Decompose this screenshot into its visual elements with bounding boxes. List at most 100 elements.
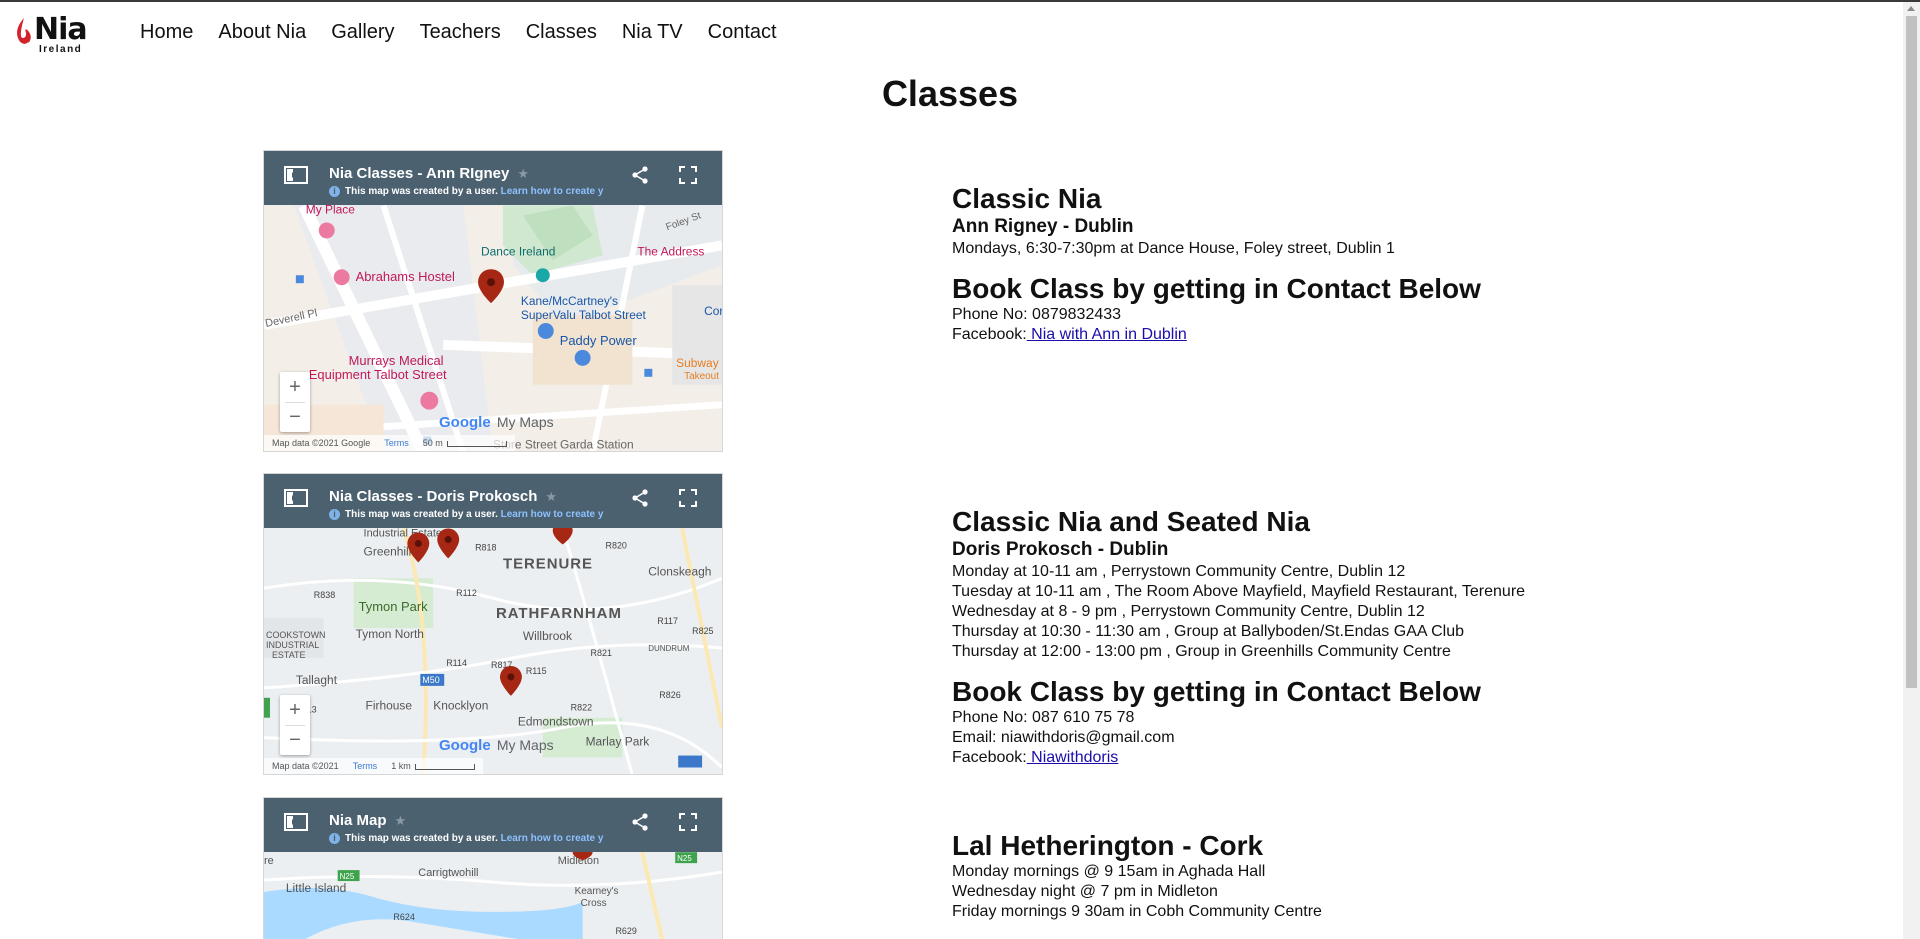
map-label: R821 [591,648,612,658]
nia-ireland-logo[interactable]: Nia Ireland [12,12,88,56]
map-embed-doris-prokosch[interactable]: Nia Classes - Doris Prokosch ★ i This map … [263,473,723,775]
facebook-line: Facebook: Nia with Ann in Dublin [952,326,1187,343]
schedule-line: Thursday at 12:00 - 13:00 pm , Group in … [952,643,1451,660]
share-icon[interactable] [630,812,650,832]
zoom-controls: + − [280,372,310,432]
map-label: Little Island [286,881,346,895]
schedule-line: Tuesday at 10-11 am , The Room Above May… [952,583,1526,600]
zoom-out-button[interactable]: − [280,725,310,755]
schedule-line: Mondays, 6:30-7:30pm at Dance House, Fol… [952,240,1395,257]
zoom-in-button[interactable]: + [280,372,310,402]
sidebar-toggle-icon[interactable] [284,165,308,185]
map-label: R822 [571,703,592,713]
learn-create-link[interactable]: Learn how to create y [501,186,604,197]
svg-text:re: re [264,855,274,867]
schedule-line: Monday at 10-11 am , Perrystown Communit… [952,563,1406,580]
map-label: Industrial Estate [364,528,442,540]
scrollbar-thumb[interactable] [1906,16,1917,688]
schedule-line: Wednesday at 8 - 9 pm , Perrystown Commu… [952,603,1425,620]
map-tiles[interactable]: N25 N25 Carrigtwohill Midleton Little Is… [264,852,722,939]
map-title: Nia Map ★ [329,812,407,829]
terms-link[interactable]: Terms [353,761,378,771]
map-label: Knocklyon [433,699,488,713]
facebook-link[interactable]: Nia with Ann in Dublin [1027,326,1187,343]
map-label: Tallaght [296,673,338,687]
map-embed-nia-map[interactable]: Nia Map ★ i This map was created by a user… [263,797,723,939]
facebook-link[interactable]: Niawithdoris [1027,749,1118,766]
map-label: Willbrook [523,629,572,643]
fullscreen-icon[interactable] [678,812,698,832]
map-label: R115 [526,666,547,676]
map-creator-note: i This map was created by a user. Learn h… [329,186,603,197]
map-footer: Map data ©2021 Google Terms 50 m [264,435,515,451]
class-listing-ann-rigney: Classic Nia Ann Rigney - Dublin Mondays,… [952,183,1481,345]
nav-home[interactable]: Home [140,21,193,44]
zoom-out-button[interactable]: − [280,402,310,432]
terms-link[interactable]: Terms [384,438,409,448]
nav-classes[interactable]: Classes [526,21,597,44]
scale-bar [446,440,507,447]
map-label: Paddy Power [560,333,638,348]
nav-contact[interactable]: Contact [708,21,777,44]
page-scrollbar[interactable] [1903,2,1920,939]
map-header: Nia Classes - Doris Prokosch ★ i This map … [264,474,722,528]
map-label: Edmondstown [518,715,594,729]
info-icon: i [329,833,340,844]
map-label: Kane/McCartney's [521,294,618,308]
sidebar-toggle-icon[interactable] [284,812,308,832]
map-creator-note: i This map was created by a user. Learn h… [329,833,603,844]
map-label: Firhouse [366,699,413,713]
logo-wordmark: Nia [34,12,88,47]
map-label: Dance Ireland [481,244,555,258]
star-icon[interactable]: ★ [517,166,529,181]
scroll-up-arrow-icon[interactable] [1907,6,1915,11]
nav-nia-tv[interactable]: Nia TV [622,21,683,44]
map-label: Takeout [684,371,719,382]
map-label: Cor [704,304,722,318]
facebook-line: Facebook: Niawithdoris [952,749,1119,766]
logo-subtitle: Ireland [39,44,83,55]
map-title: Nia Classes - Doris Prokosch ★ [329,488,558,505]
fullscreen-icon[interactable] [678,488,698,508]
phone-number: Phone No: 0879832433 [952,306,1122,323]
map-creator-note: i This map was created by a user. Learn h… [329,509,603,520]
class-listing-doris-prokosch: Classic Nia and Seated Nia Doris Prokosc… [952,506,1525,768]
star-icon[interactable]: ★ [395,813,407,828]
star-icon[interactable]: ★ [545,489,557,504]
class-listing-lal-hetherington: Lal Hetherington - Cork Monday mornings … [952,830,1322,922]
map-label: R820 [606,540,627,550]
map-label: My Place [306,205,355,217]
main-nav: Home About Nia Gallery Teachers Classes … [140,21,777,44]
map-label: N25 [677,854,692,863]
map-title: Nia Classes - Ann RIgney ★ [329,165,529,182]
map-footer: Map data ©2021 Terms 1 km [264,758,483,774]
info-icon: i [329,509,340,520]
zoom-controls: + − [280,695,310,755]
schedule-line: Thursday at 10:30 - 11:30 am , Group at … [952,623,1464,640]
map-label: R826 [659,690,680,700]
fullscreen-icon[interactable] [678,165,698,185]
map-label: R818 [475,542,496,552]
teacher-name: Lal Hetherington - Cork [952,830,1264,861]
nav-about-nia[interactable]: About Nia [218,21,306,44]
learn-create-link[interactable]: Learn how to create y [501,833,604,844]
map-label: R117 [657,616,678,626]
map-label: Equipment Talbot Street [309,367,447,382]
share-icon[interactable] [630,165,650,185]
learn-create-link[interactable]: Learn how to create y [501,509,604,520]
class-title: Classic Nia and Seated Nia [952,506,1310,537]
map-label: Kearney's [575,886,619,897]
nav-teachers[interactable]: Teachers [420,21,501,44]
sidebar-toggle-icon[interactable] [284,488,308,508]
map-label: Subway [676,356,719,370]
map-label: R825 [692,626,713,636]
book-class-heading: Book Class by getting in Contact Below [952,676,1481,707]
map-embed-ann-rigney[interactable]: Nia Classes - Ann RIgney ★ i This map was … [263,150,723,452]
nav-gallery[interactable]: Gallery [331,21,394,44]
map-label: SuperValu Talbot Street [521,308,647,322]
share-icon[interactable] [630,488,650,508]
zoom-in-button[interactable]: + [280,695,310,725]
map-label: N25 [340,872,355,881]
map-label: Carrigtwohill [418,867,478,879]
book-class-heading: Book Class by getting in Contact Below [952,273,1481,304]
